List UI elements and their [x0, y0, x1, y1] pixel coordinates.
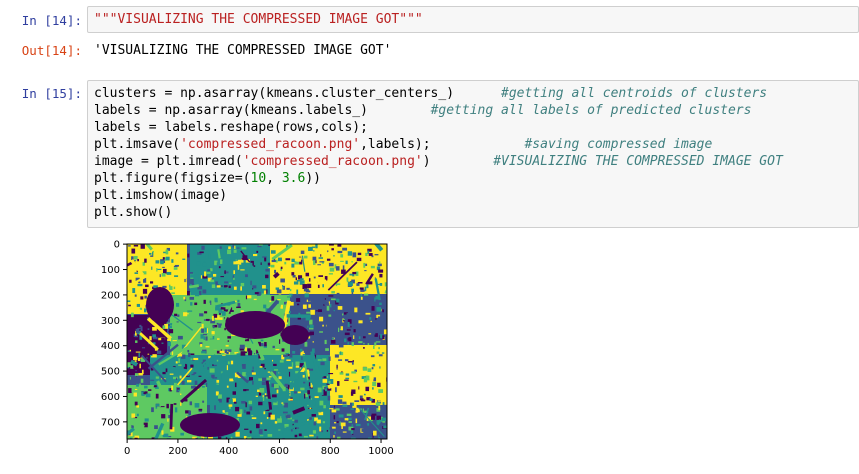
- code-line-1: clusters = np.asarray(kmeans.cluster_cen…: [94, 86, 767, 101]
- y-tick-label: 600: [101, 392, 120, 403]
- code-line-3: labels = labels.reshape(rows,cols);: [94, 120, 368, 135]
- cell-15-input[interactable]: clusters = np.asarray(kmeans.cluster_cen…: [87, 80, 859, 228]
- cell-14-output: 'VISUALIZING THE COMPRESSED IMAGE GOT': [94, 43, 391, 58]
- cell-15-in-prompt: In [15]:: [0, 86, 82, 101]
- code-line-4: plt.imsave('compressed_racoon.png',label…: [94, 137, 712, 152]
- y-tick-label: 200: [101, 290, 120, 301]
- code-line-7: plt.imshow(image): [94, 188, 227, 203]
- y-tick-label: 700: [101, 417, 120, 428]
- code-line-6: plt.figure(figsize=(10, 3.6)): [94, 171, 321, 186]
- x-tick-label: 0: [124, 446, 130, 457]
- x-tick-label: 800: [321, 446, 340, 457]
- cell-14-input[interactable]: """VISUALIZING THE COMPRESSED IMAGE GOT"…: [87, 6, 859, 33]
- y-tick-label: 0: [114, 240, 120, 251]
- y-axis: 0 100 200 300 400 500 600 700: [101, 240, 127, 429]
- image-plot: 0 100 200 300 400 500 600 700 0 200 400 600 800 1000: [90, 235, 400, 470]
- x-tick-label: 200: [168, 446, 187, 457]
- y-tick-label: 300: [101, 316, 120, 327]
- cell-14-code: """VISUALIZING THE COMPRESSED IMAGE GOT"…: [94, 12, 423, 27]
- cell-14-out-prompt: Out[14]:: [0, 43, 82, 58]
- cell-14-in-prompt: In [14]:: [0, 13, 82, 28]
- code-line-5: image = plt.imread('compressed_racoon.pn…: [94, 154, 783, 169]
- compressed-image: [108, 235, 400, 449]
- y-tick-label: 500: [101, 367, 120, 378]
- x-axis: 0 200 400 600 800 1000: [124, 439, 394, 457]
- x-tick-label: 400: [219, 446, 238, 457]
- y-tick-label: 100: [101, 265, 120, 276]
- x-tick-label: 600: [270, 446, 289, 457]
- x-tick-label: 1000: [368, 446, 393, 457]
- code-line-8: plt.show(): [94, 205, 172, 220]
- plot-svg: 0 100 200 300 400 500 600 700 0 200 400 600 800 1000: [90, 235, 400, 470]
- y-tick-label: 400: [101, 341, 120, 352]
- code-line-2: labels = np.asarray(kmeans.labels_) #get…: [94, 103, 751, 118]
